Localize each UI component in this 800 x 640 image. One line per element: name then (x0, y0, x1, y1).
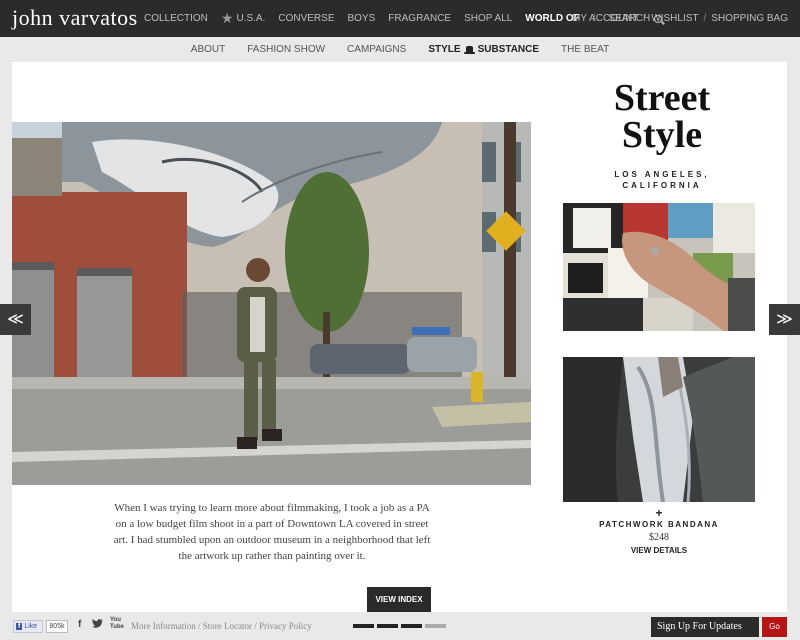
subnav-style-substance[interactable]: STYLE SUBSTANCE (428, 44, 539, 55)
hat-icon (463, 45, 475, 54)
product-plus: + (655, 506, 663, 520)
subnav-substance-label: SUBSTANCE (477, 44, 540, 55)
store-locator-link[interactable]: Store Locator (203, 621, 252, 631)
facebook-like-icon: f (16, 623, 23, 630)
subnav-about[interactable]: ABOUT (191, 44, 225, 55)
story-caption: When I was trying to learn more about fi… (113, 502, 431, 562)
nav-usa[interactable]: ★ U.S.A. (221, 10, 265, 27)
slide-pager (353, 624, 446, 628)
location-subtitle: LOS ANGELES, CALIFORNIA (592, 169, 732, 191)
footer-links: More Information / Store Locator / Priva… (131, 621, 312, 631)
nav-fragrance[interactable]: FRAGRANCE (388, 13, 451, 24)
wishlist-link[interactable]: WISHLIST (651, 13, 698, 24)
nav-collection[interactable]: COLLECTION (144, 13, 208, 24)
location-line-2: CALIFORNIA (622, 181, 702, 190)
facebook-like-button[interactable]: f Like (13, 620, 43, 633)
nav-separator: / (643, 13, 647, 24)
my-account-link[interactable]: MY ACCOUNT (572, 13, 639, 24)
pager-dot[interactable] (425, 624, 446, 628)
signup-go-button[interactable]: Go (762, 617, 787, 637)
brand-logo[interactable]: john varvatos (12, 5, 138, 31)
sub-navigation: ABOUT FASHION SHOW CAMPAIGNS STYLE SUBST… (0, 37, 800, 62)
nav-shop-all[interactable]: SHOP ALL (464, 13, 512, 24)
nav-usa-label: U.S.A. (236, 13, 266, 24)
email-signup-input[interactable]: Sign Up For Updates (651, 617, 759, 637)
title-line-1: Street (613, 77, 711, 119)
youtube-bottom-label: Tube (110, 624, 124, 630)
pager-dot[interactable] (377, 624, 398, 628)
content-panel: When I was trying to learn more about fi… (12, 62, 787, 612)
nav-converse[interactable]: CONVERSE (278, 13, 334, 24)
youtube-top-label: You (110, 617, 121, 623)
location-line-1: LOS ANGELES, (614, 170, 710, 179)
subnav-the-beat[interactable]: THE BEAT (561, 44, 609, 55)
prev-arrow-button[interactable]: ≪ (0, 304, 31, 335)
page-title: Street Style (592, 77, 732, 156)
star-icon: ★ (220, 10, 234, 26)
footer: f Like 805k f You Tube More Information /… (0, 612, 800, 640)
detail-photo-hand[interactable] (563, 203, 755, 331)
product-name: PATCHWORK BANDANA (599, 520, 719, 529)
title-line-2: Style (621, 114, 703, 156)
pager-dot[interactable] (353, 624, 374, 628)
like-count: 805k (46, 620, 68, 633)
privacy-policy-link[interactable]: Privacy Policy (259, 621, 312, 631)
view-details-link[interactable]: VIEW DETAILS (563, 546, 755, 555)
top-navigation: john varvatos COLLECTION ★ U.S.A. CONVERS… (0, 0, 800, 37)
subnav-campaigns[interactable]: CAMPAIGNS (347, 44, 406, 55)
link-separator: / (251, 621, 259, 631)
more-information-link[interactable]: More Information (131, 621, 196, 631)
like-label: Like (24, 623, 38, 630)
nav-separator: / (703, 13, 707, 24)
hero-photo (12, 122, 531, 485)
subnav-style-label: STYLE (428, 44, 461, 55)
detail-photo-bandana[interactable] (563, 357, 755, 502)
product-price: $248 (649, 532, 669, 543)
account-nav: MY ACCOUNT / WISHLIST / SHOPPING BAG (572, 0, 788, 37)
facebook-icon[interactable]: f (78, 619, 81, 630)
nav-boys[interactable]: BOYS (348, 13, 376, 24)
pager-dot[interactable] (401, 624, 422, 628)
subnav-fashion-show[interactable]: FASHION SHOW (247, 44, 325, 55)
next-arrow-button[interactable]: ≫ (769, 304, 800, 335)
youtube-icon[interactable]: You Tube (110, 617, 124, 631)
link-separator: / (195, 621, 203, 631)
twitter-icon[interactable] (92, 619, 103, 630)
view-index-button[interactable]: VIEW INDEX (367, 587, 431, 612)
shopping-bag-link[interactable]: SHOPPING BAG (711, 13, 788, 24)
